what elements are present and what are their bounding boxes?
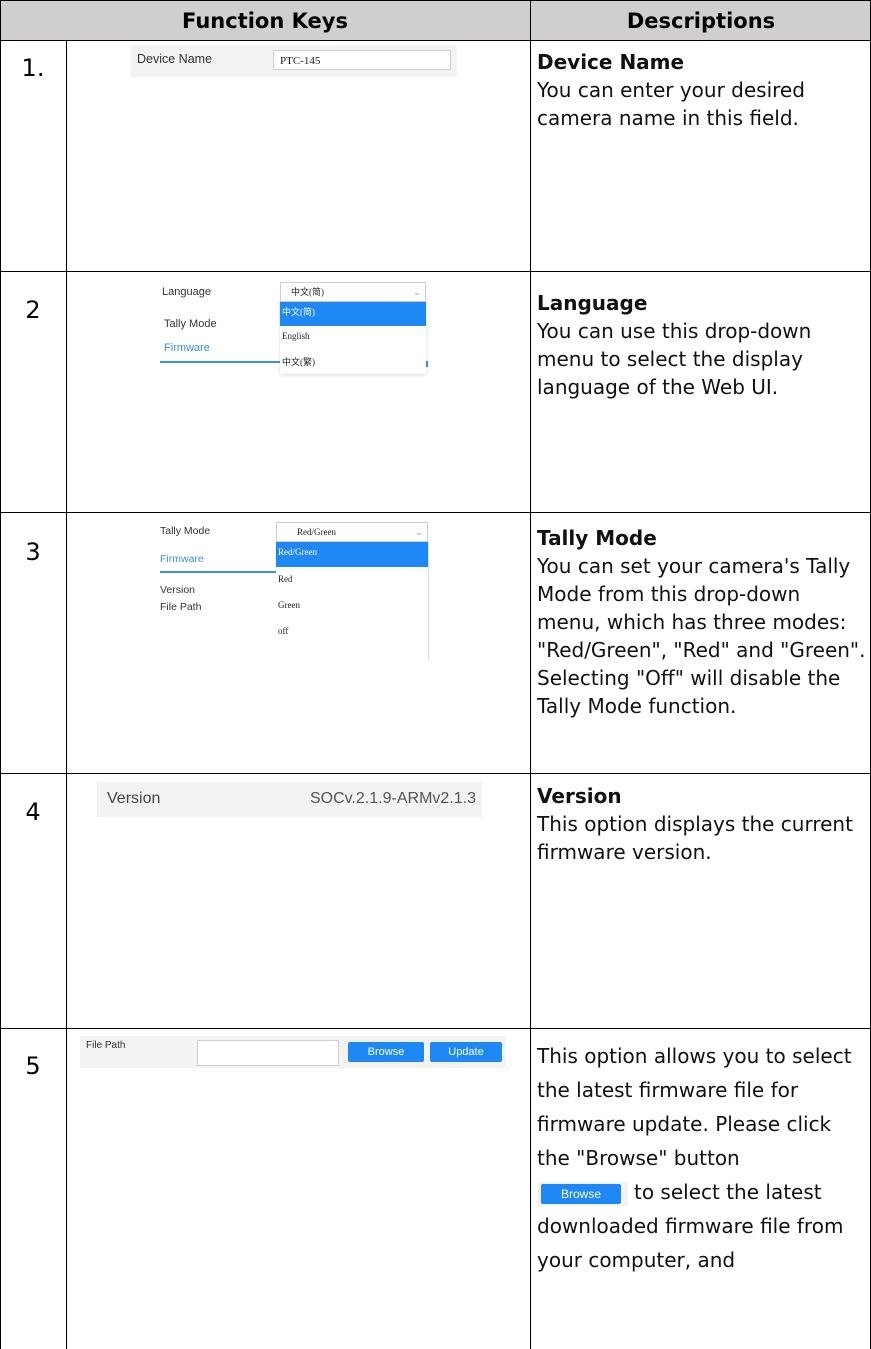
chevron-down-icon: ⌄ xyxy=(413,287,421,297)
update-button[interactable]: Update xyxy=(430,1042,502,1062)
description-text: You can use this drop-down menu to selec… xyxy=(537,319,812,399)
version-label: Version xyxy=(107,790,161,807)
description-device-name: Device Name You can enter your desired c… xyxy=(537,48,867,132)
header-function-keys: Function Keys xyxy=(182,9,348,33)
row-number: 3 xyxy=(25,538,41,566)
file-path-label: File Path xyxy=(86,1040,126,1051)
description-text: This option displays the current firmwar… xyxy=(537,812,853,864)
description-title: Version xyxy=(537,784,622,808)
dropdown-option[interactable]: off xyxy=(278,626,288,636)
chevron-down-icon: ⌄ xyxy=(415,527,423,537)
version-label: Version xyxy=(160,584,196,596)
grid-line xyxy=(0,0,1,1349)
grid-line xyxy=(0,271,871,272)
grid-line xyxy=(0,773,871,774)
description-text: You can enter your desired camera name i… xyxy=(537,78,805,130)
tally-mode-panel: Tally Mode Firmware Version File Path Re… xyxy=(160,521,435,663)
firmware-tab[interactable]: Firmware xyxy=(164,342,210,354)
device-name-input[interactable]: PTC-145 xyxy=(273,50,451,70)
dropdown-option[interactable]: English xyxy=(282,331,310,341)
description-title: Language xyxy=(537,291,648,315)
tally-mode-select[interactable]: Red/Green xyxy=(276,522,428,542)
firmware-underline xyxy=(160,571,276,573)
row-number: 2 xyxy=(25,296,41,324)
description-version: Version This option displays the current… xyxy=(537,782,867,866)
file-path-label: File Path xyxy=(160,601,202,613)
grid-line xyxy=(0,512,871,513)
description-tally-mode: Tally Mode You can set your camera's Tal… xyxy=(537,524,867,720)
file-path-panel: File Path Browse Update xyxy=(80,1036,506,1068)
row-number: 4 xyxy=(25,798,41,826)
version-panel: Version SOCv.2.1.9-ARMv2.1.3 xyxy=(97,782,482,817)
language-panel: Language Tally Mode Firmware 中文(简) ⌄ 中文(… xyxy=(160,280,430,376)
description-file-path: This option allows you to select the lat… xyxy=(537,1039,867,1277)
description-language: Language You can use this drop-down menu… xyxy=(537,289,867,401)
description-text: This option allows you to select the lat… xyxy=(537,1044,852,1170)
firmware-version-value: SOCv.2.1.9-ARMv2.1.3 xyxy=(310,790,476,807)
dropdown-option[interactable]: Red xyxy=(278,574,293,584)
dropdown-option[interactable]: 中文(繁) xyxy=(282,355,315,368)
grid-line xyxy=(66,40,67,1349)
grid-line xyxy=(0,0,871,1)
grid-line xyxy=(0,1028,871,1029)
inline-browse-button[interactable]: Browse xyxy=(541,1183,621,1204)
firmware-tab[interactable]: Firmware xyxy=(160,553,204,565)
device-name-panel: Device Name PTC-145 xyxy=(131,45,457,77)
language-select[interactable]: 中文(简) xyxy=(280,282,426,302)
firmware-underline xyxy=(160,361,280,363)
device-name-label: Device Name xyxy=(137,52,213,66)
tally-mode-label: Tally Mode xyxy=(164,318,217,330)
dropdown-option-selected[interactable]: 中文(简) xyxy=(280,302,426,326)
grid-line xyxy=(0,40,871,41)
language-label: Language xyxy=(162,286,211,298)
description-title: Device Name xyxy=(537,50,685,74)
row-number: 5 xyxy=(25,1052,41,1080)
header-descriptions: Descriptions xyxy=(626,9,776,33)
description-text: You can set your camera's Tally Mode fro… xyxy=(537,554,866,718)
grid-line xyxy=(530,0,531,1349)
row-number: 1. xyxy=(21,54,45,82)
inline-browse-chip: Browse xyxy=(537,1181,628,1206)
firmware-underline-end xyxy=(426,361,428,367)
description-title: Tally Mode xyxy=(537,526,657,550)
browse-button[interactable]: Browse xyxy=(348,1042,424,1062)
file-path-input[interactable] xyxy=(197,1040,339,1066)
function-keys-table: Function Keys Descriptions 1. Device Nam… xyxy=(0,0,871,1349)
dropdown-option-selected[interactable]: Red/Green xyxy=(276,542,428,567)
tally-mode-label: Tally Mode xyxy=(160,525,211,537)
dropdown-option[interactable]: Green xyxy=(278,600,300,610)
